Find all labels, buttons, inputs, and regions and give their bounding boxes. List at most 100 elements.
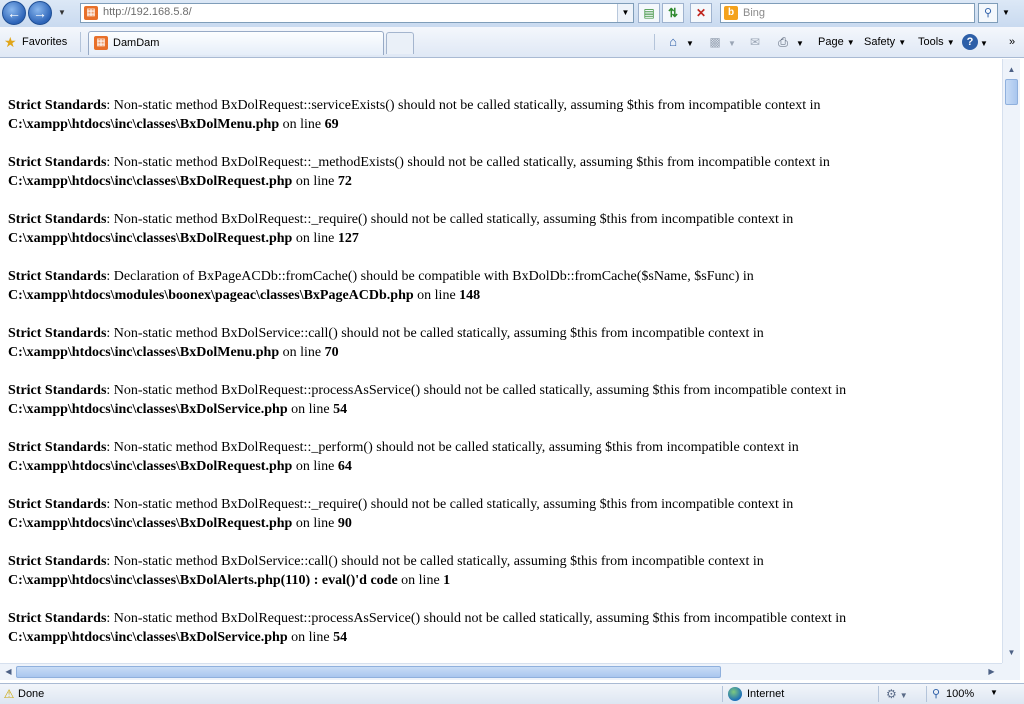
error-file: C:\xampp\htdocs\inc\classes\BxDolMenu.ph… (8, 345, 280, 360)
back-button[interactable]: ← (2, 1, 26, 25)
error-file: C:\xampp\htdocs\modules\boonex\pageac\cl… (8, 288, 414, 303)
tab-favicon-icon: ▦ (94, 36, 108, 50)
feeds-dropdown-icon[interactable]: ▼ (726, 33, 738, 51)
error-line-number: 64 (337, 459, 352, 474)
error-message: Strict Standards: Non-static method BxDo… (8, 210, 998, 248)
page-error-warning-icon[interactable]: ⚠ (2, 687, 16, 701)
search-placeholder: Bing (743, 7, 766, 19)
zoom-dropdown-icon[interactable]: ▼ (990, 688, 998, 697)
error-file: C:\xampp\htdocs\inc\classes\BxDolRequest… (8, 174, 293, 189)
error-line-number: 72 (337, 174, 352, 189)
status-divider (926, 686, 927, 702)
error-on-line: on line (292, 231, 338, 246)
recent-pages-dropdown-icon[interactable]: ▼ (56, 6, 68, 20)
scroll-up-arrow-icon[interactable]: ▲ (1003, 61, 1020, 78)
error-message: Strict Standards: Non-static method BxDo… (8, 609, 998, 647)
compatibility-view-button[interactable]: ▤ (638, 3, 660, 23)
tools-menu-label: Tools (918, 36, 944, 48)
error-on-line: on line (279, 117, 325, 132)
error-text: : Non-static method BxDolRequest::servic… (106, 98, 821, 113)
help-icon[interactable]: ? (962, 34, 978, 50)
error-text: : Non-static method BxDolRequest::_perfo… (106, 440, 799, 455)
refresh-button[interactable]: ⇅ (662, 3, 684, 23)
error-label: Strict Standards (8, 269, 107, 284)
address-url[interactable]: http://192.168.5.8/ (103, 6, 192, 18)
zoom-level[interactable]: 100% (946, 688, 974, 700)
error-message: Strict Standards: Declaration of BxPageA… (8, 267, 998, 305)
page-content: Strict Standards: Non-static method BxDo… (0, 59, 1002, 663)
read-mail-icon[interactable]: ✉ (746, 33, 764, 51)
new-tab-button[interactable] (386, 32, 414, 54)
security-zone-label: Internet (747, 688, 785, 700)
error-message: Strict Standards: Non-static method BxDo… (8, 324, 998, 362)
error-line-number: 1 (443, 573, 451, 588)
home-icon[interactable]: ⌂ (664, 33, 682, 51)
favorites-label: Favorites (22, 36, 68, 48)
error-file: C:\xampp\htdocs\inc\classes\BxDolService… (8, 630, 288, 645)
error-on-line: on line (292, 174, 338, 189)
toolbar-divider (654, 34, 655, 50)
print-icon[interactable]: ⎙ (774, 33, 792, 51)
internet-globe-icon (728, 687, 742, 701)
search-button[interactable]: ⚲ (978, 3, 998, 23)
search-box[interactable]: b Bing (720, 3, 975, 23)
zoom-magnifier-icon: ⚲ (932, 688, 941, 700)
vertical-scrollbar[interactable]: ▲ ▼ (1002, 59, 1020, 663)
help-dropdown-icon[interactable]: ▼ (978, 33, 990, 51)
page-menu-arrow-icon: ▼ (846, 38, 855, 47)
error-on-line: on line (292, 459, 338, 474)
error-on-line: on line (287, 402, 334, 417)
feeds-icon[interactable]: ▩ (706, 33, 724, 51)
error-text: : Non-static method BxDolRequest::proces… (106, 611, 847, 626)
safety-menu-arrow-icon: ▼ (898, 38, 907, 47)
address-toolbar: ← → ▼ ▦ http://192.168.5.8/ ▼ ▤ ⇅ ✕ b Bi… (0, 0, 1024, 27)
error-file: C:\xampp\htdocs\inc\classes\BxDolService… (8, 402, 288, 417)
safety-menu[interactable]: Safety ▼ (864, 33, 906, 51)
status-divider (878, 686, 879, 702)
home-dropdown-icon[interactable]: ▼ (684, 33, 696, 51)
stop-button[interactable]: ✕ (690, 3, 712, 23)
address-field[interactable]: ▦ http://192.168.5.8/ ▼ (80, 3, 634, 23)
page-menu[interactable]: Page ▼ (818, 33, 855, 51)
error-text: : Non-static method BxDolRequest::_requi… (106, 212, 794, 227)
favorites-button[interactable]: ★ Favorites (2, 33, 67, 51)
error-message: Strict Standards: Non-static method BxDo… (8, 381, 998, 419)
bing-logo-icon: b (724, 6, 738, 20)
horizontal-scrollbar[interactable]: ◀ ▶ (0, 663, 1002, 680)
tools-menu[interactable]: Tools ▼ (918, 33, 955, 51)
error-on-line: on line (287, 630, 334, 645)
site-favicon-icon: ▦ (84, 6, 98, 20)
error-label: Strict Standards (8, 611, 107, 626)
error-file: C:\xampp\htdocs\inc\classes\BxDolMenu.ph… (8, 117, 280, 132)
status-text: Done (18, 688, 45, 700)
forward-button[interactable]: → (28, 1, 52, 25)
error-line-number: 54 (333, 402, 348, 417)
print-dropdown-icon[interactable]: ▼ (794, 33, 806, 51)
error-message: Strict Standards: Non-static method BxDo… (8, 552, 998, 590)
search-options-dropdown-icon[interactable]: ▼ (999, 3, 1013, 23)
error-text: : Non-static method BxDolRequest::proces… (106, 383, 847, 398)
toolbar-overflow-icon[interactable]: » (1004, 33, 1020, 51)
error-label: Strict Standards (8, 497, 107, 512)
error-line-number: 148 (459, 288, 481, 303)
error-line-number: 54 (333, 630, 348, 645)
address-dropdown-icon[interactable]: ▼ (617, 4, 633, 22)
error-file: C:\xampp\htdocs\inc\classes\BxDolRequest… (8, 231, 293, 246)
error-line-number: 90 (337, 516, 352, 531)
scroll-down-arrow-icon[interactable]: ▼ (1003, 644, 1020, 661)
error-label: Strict Standards (8, 326, 107, 341)
error-label: Strict Standards (8, 554, 107, 569)
scroll-right-arrow-icon[interactable]: ▶ (983, 664, 1000, 680)
error-label: Strict Standards (8, 212, 107, 227)
protected-mode-icon[interactable]: ⚙ ▼ (886, 687, 908, 701)
error-label: Strict Standards (8, 383, 107, 398)
error-message: Strict Standards: Non-static method BxDo… (8, 96, 998, 134)
tab-damdam[interactable]: ▦ DamDam (88, 31, 384, 55)
page-menu-label: Page (818, 36, 844, 48)
horizontal-scroll-thumb[interactable] (16, 666, 721, 678)
vertical-scroll-thumb[interactable] (1005, 79, 1018, 105)
scrollbar-corner (1002, 663, 1020, 680)
scroll-left-arrow-icon[interactable]: ◀ (0, 664, 17, 680)
error-label: Strict Standards (8, 440, 107, 455)
error-on-line: on line (413, 288, 460, 303)
